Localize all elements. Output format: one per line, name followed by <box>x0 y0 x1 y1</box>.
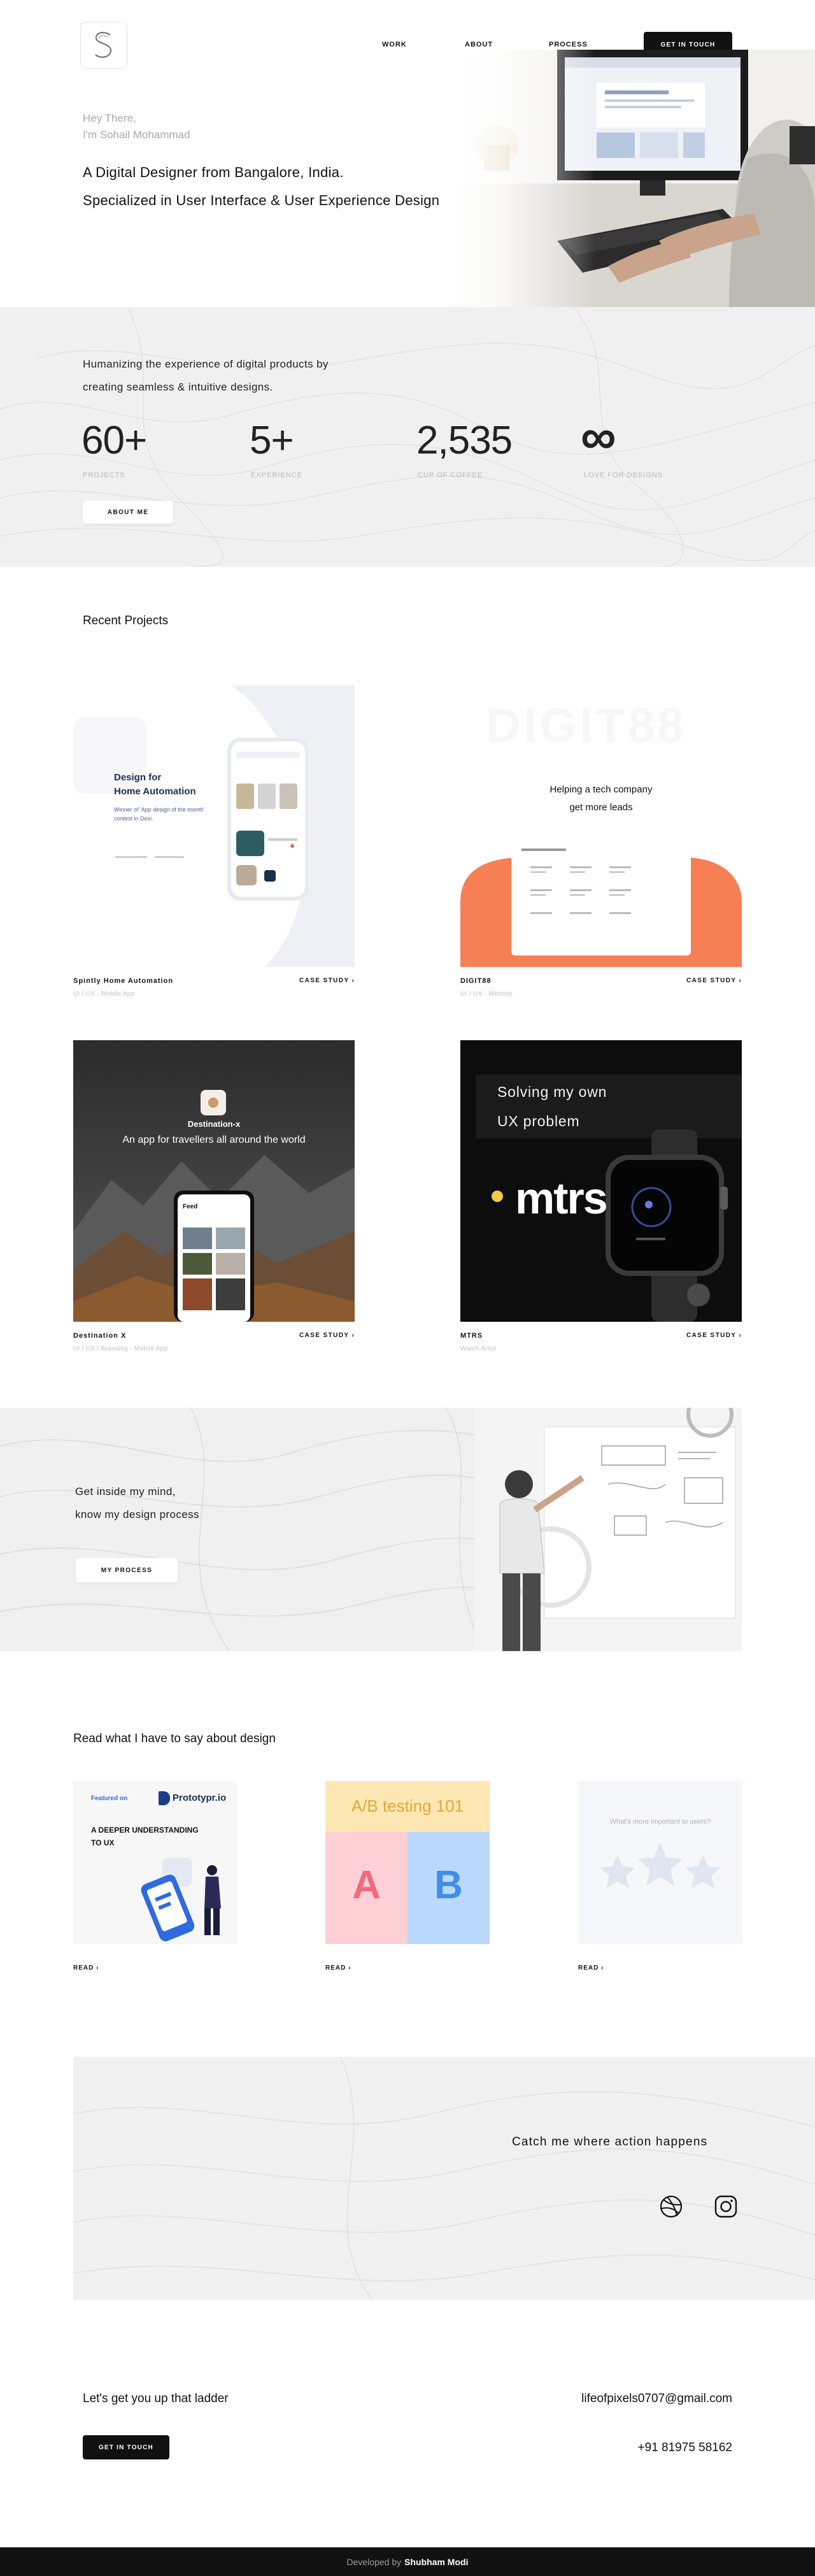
hero-name: I'm Sohail Mohammad <box>83 129 190 141</box>
digit88-art-title: Helping a tech company get more leads <box>549 784 653 813</box>
logo[interactable] <box>80 22 127 69</box>
chevron-right-icon: › <box>96 1964 99 1971</box>
destination-x-feed-label: Feed <box>183 1203 198 1210</box>
article-users-read-link[interactable]: READ › <box>578 1964 604 1971</box>
destination-x-art-sub: An app for travellers all around the wor… <box>122 1134 306 1145</box>
stat-coffee-value: 2,535 <box>416 419 513 462</box>
destination-x-case-study-link[interactable]: CASE STUDY › <box>299 1332 355 1339</box>
social-heading: Catch me where action happens <box>512 2135 708 2149</box>
process-line1: Get inside my mind, <box>75 1485 176 1498</box>
project-card-destination-x[interactable]: Destination-x An app for travellers all … <box>73 1040 355 1322</box>
mtrs-case-study-link[interactable]: CASE STUDY › <box>686 1332 742 1339</box>
dribbble-icon[interactable] <box>660 2195 683 2218</box>
my-process-button[interactable]: MY PROCESS <box>76 1558 178 1582</box>
digit88-case-study-link[interactable]: CASE STUDY › <box>686 977 742 984</box>
hero-title-line1: A Digital Designer from Bangalore, India… <box>83 164 344 180</box>
process-photo <box>474 1408 742 1651</box>
stat-projects-label: PROJECTS <box>83 471 125 479</box>
ab-label-a: A <box>352 1863 381 1907</box>
footer-author[interactable]: Shubham Modi <box>404 2557 468 2567</box>
article-prototypr-read-link[interactable]: READ › <box>73 1964 99 1971</box>
nav-work[interactable]: WORK <box>382 41 407 48</box>
digit88-artwork <box>460 838 742 967</box>
project-sub-mtrs: Watch Artist <box>460 1345 497 1352</box>
stats-tagline-line1: Humanizing the experience of digital pro… <box>83 358 329 370</box>
contact-phone[interactable]: +91 81975 58162 <box>560 2441 732 2455</box>
destination-x-art-title: Destination-x <box>187 1119 241 1129</box>
project-sub-spintly: UI / UX - Mobile App <box>73 991 135 998</box>
project-sub-digit88: UI / UX - Website <box>460 991 513 998</box>
chevron-right-icon: › <box>601 1964 604 1971</box>
recent-projects-heading: Recent Projects <box>83 614 169 627</box>
contact-line: Let's get you up that ladder <box>83 2392 229 2405</box>
about-me-button[interactable]: ABOUT ME <box>83 501 173 524</box>
contact-email[interactable]: lifeofpixels0707@gmail.com <box>560 2392 732 2406</box>
spintly-artwork <box>73 685 355 967</box>
project-card-digit88[interactable]: DIGIT88 Helping a tech company get more … <box>460 685 742 967</box>
project-name-mtrs: MTRS <box>460 1332 483 1340</box>
project-name-destination-x: Destination X <box>73 1332 127 1340</box>
chevron-right-icon: › <box>348 1964 351 1971</box>
instagram-icon[interactable] <box>714 2195 737 2218</box>
spintly-case-study-link[interactable]: CASE STUDY › <box>299 977 355 984</box>
article-illustration <box>141 1857 221 1942</box>
project-card-spintly[interactable]: Design for Home Automation Winner of 'Ap… <box>73 685 355 967</box>
spintly-art-sub: Winner of 'App design of the month' cont… <box>114 806 205 822</box>
process-line2: know my design process <box>75 1508 199 1521</box>
stat-love-value: ∞ <box>581 408 616 464</box>
ab-title: A/B testing 101 <box>351 1796 464 1815</box>
articles-heading: Read what I have to say about design <box>73 1732 276 1745</box>
article-card-users[interactable]: What's more important to users? <box>578 1781 742 1944</box>
contact-get-in-touch-button[interactable]: GET IN TOUCH <box>83 2435 169 2459</box>
stat-projects-value: 60+ <box>82 419 147 462</box>
chevron-right-icon: › <box>739 977 742 984</box>
hero-title-line2: Specialized in User Interface & User Exp… <box>83 192 440 208</box>
nav-about[interactable]: ABOUT <box>465 41 493 48</box>
stat-love-label: LOVE FOR DESIGNS <box>584 471 663 479</box>
spintly-art-title: Design for Home Automation <box>114 772 196 797</box>
mtrs-logo-text: mtrs <box>515 1173 608 1223</box>
squiggle-background <box>73 2057 815 2300</box>
chevron-right-icon: › <box>351 977 355 984</box>
logo-mark-icon <box>95 32 112 58</box>
article-ab-read-link[interactable]: READ › <box>325 1964 351 1971</box>
project-card-mtrs[interactable]: Solving my own UX problem mtrs <box>460 1040 742 1322</box>
article-card-prototypr[interactable]: Featured on Prototypr.io A DEEPER UNDERS… <box>73 1781 237 1944</box>
stats-tagline-line2: creating seamless & intuitive designs. <box>83 381 273 393</box>
star-rating-icon <box>600 1842 721 1888</box>
project-name-spintly: Spintly Home Automation <box>73 977 174 985</box>
stat-experience-value: 5+ <box>250 419 294 462</box>
chevron-right-icon: › <box>739 1332 742 1339</box>
ab-label-b: B <box>434 1863 463 1907</box>
hero-photo <box>449 50 815 307</box>
hero-greeting: Hey There, <box>83 112 136 124</box>
article-card-ab-testing[interactable]: A/B testing 101 A B <box>325 1781 490 1944</box>
destination-x-artwork <box>73 1040 355 1322</box>
project-name-digit88: DIGIT88 <box>460 977 492 985</box>
project-sub-destination-x: UI / UX / Branding - Mobile App <box>73 1345 168 1352</box>
footer: Developed by Shubham Modi <box>0 2547 815 2576</box>
footer-prefix: Developed by <box>346 2556 402 2567</box>
social-section <box>73 2057 815 2300</box>
stat-experience-label: EXPERIENCE <box>251 471 302 479</box>
nav-process[interactable]: PROCESS <box>549 41 588 48</box>
chevron-right-icon: › <box>351 1332 355 1339</box>
stat-coffee-label: CUP OF COFFEE <box>418 471 483 479</box>
